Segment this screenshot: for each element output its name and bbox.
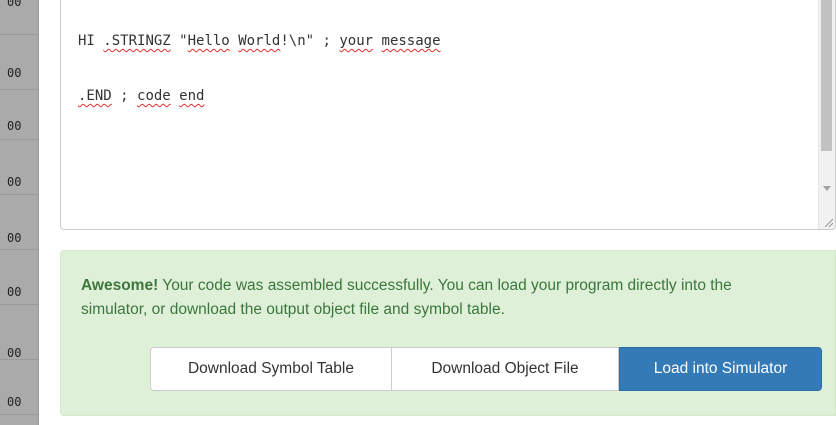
gutter-value: 00 bbox=[7, 285, 22, 299]
download-symbol-table-button[interactable]: Download Symbol Table bbox=[150, 347, 392, 391]
resize-handle-icon[interactable] bbox=[823, 217, 833, 227]
code-comment-word: message bbox=[381, 33, 441, 49]
gutter-value: 00 bbox=[7, 395, 22, 409]
gutter-value: 00 bbox=[7, 66, 22, 80]
code-string-rest: !\n" bbox=[280, 33, 315, 49]
alert-strong: Awesome! bbox=[81, 277, 159, 294]
code-label: HI bbox=[78, 33, 95, 49]
code-comment-word: end bbox=[179, 88, 205, 104]
load-into-simulator-button[interactable]: Load into Simulator bbox=[619, 347, 822, 391]
scroll-down-arrow-icon[interactable] bbox=[823, 186, 831, 191]
gutter-value: 00 bbox=[7, 175, 22, 189]
code-comment-word: your bbox=[339, 33, 374, 49]
memory-gutter: 00 00 00 00 00 00 00 00 bbox=[0, 0, 39, 425]
code-string-word: Hello bbox=[187, 33, 230, 49]
gutter-row: 00 bbox=[0, 365, 38, 415]
success-alert: Awesome! Your code was assembled success… bbox=[60, 250, 836, 416]
code-string-word: World bbox=[238, 33, 281, 49]
code-comment-word: code bbox=[137, 88, 171, 104]
gutter-row: 00 bbox=[0, 90, 38, 140]
download-object-file-button[interactable]: Download Object File bbox=[392, 347, 619, 391]
gutter-row: 00 bbox=[0, 255, 38, 305]
gutter-row: 00 bbox=[0, 310, 38, 360]
gutter-row: 00 bbox=[0, 145, 38, 195]
alert-message: Awesome! Your code was assembled success… bbox=[81, 274, 801, 322]
code-editor[interactable]: HI .STRINGZ "Hello World!\n" ; your mess… bbox=[60, 0, 836, 230]
action-button-group: Download Symbol Table Download Object Fi… bbox=[150, 347, 822, 391]
code-comment-prefix: ; bbox=[314, 33, 340, 49]
gutter-value: 00 bbox=[7, 119, 22, 133]
gutter-row: 00 bbox=[0, 0, 38, 35]
alert-body: Your code was assembled successfully. Yo… bbox=[81, 277, 732, 318]
code-directive: .END bbox=[78, 88, 112, 104]
gutter-row: 00 bbox=[0, 200, 38, 250]
gutter-value: 00 bbox=[7, 346, 22, 360]
code-line-1: HI .STRINGZ "Hello World!\n" ; your mess… bbox=[78, 33, 441, 49]
editor-scrollbar[interactable] bbox=[818, 0, 835, 229]
code-directive: .STRINGZ bbox=[103, 33, 171, 49]
gutter-value: 00 bbox=[7, 0, 22, 9]
code-line-2: .END ; code end bbox=[78, 88, 204, 104]
gutter-row: 00 bbox=[0, 40, 38, 90]
scrollbar-thumb[interactable] bbox=[821, 0, 832, 151]
code-comment-prefix: ; bbox=[111, 88, 138, 104]
gutter-value: 00 bbox=[7, 231, 22, 245]
